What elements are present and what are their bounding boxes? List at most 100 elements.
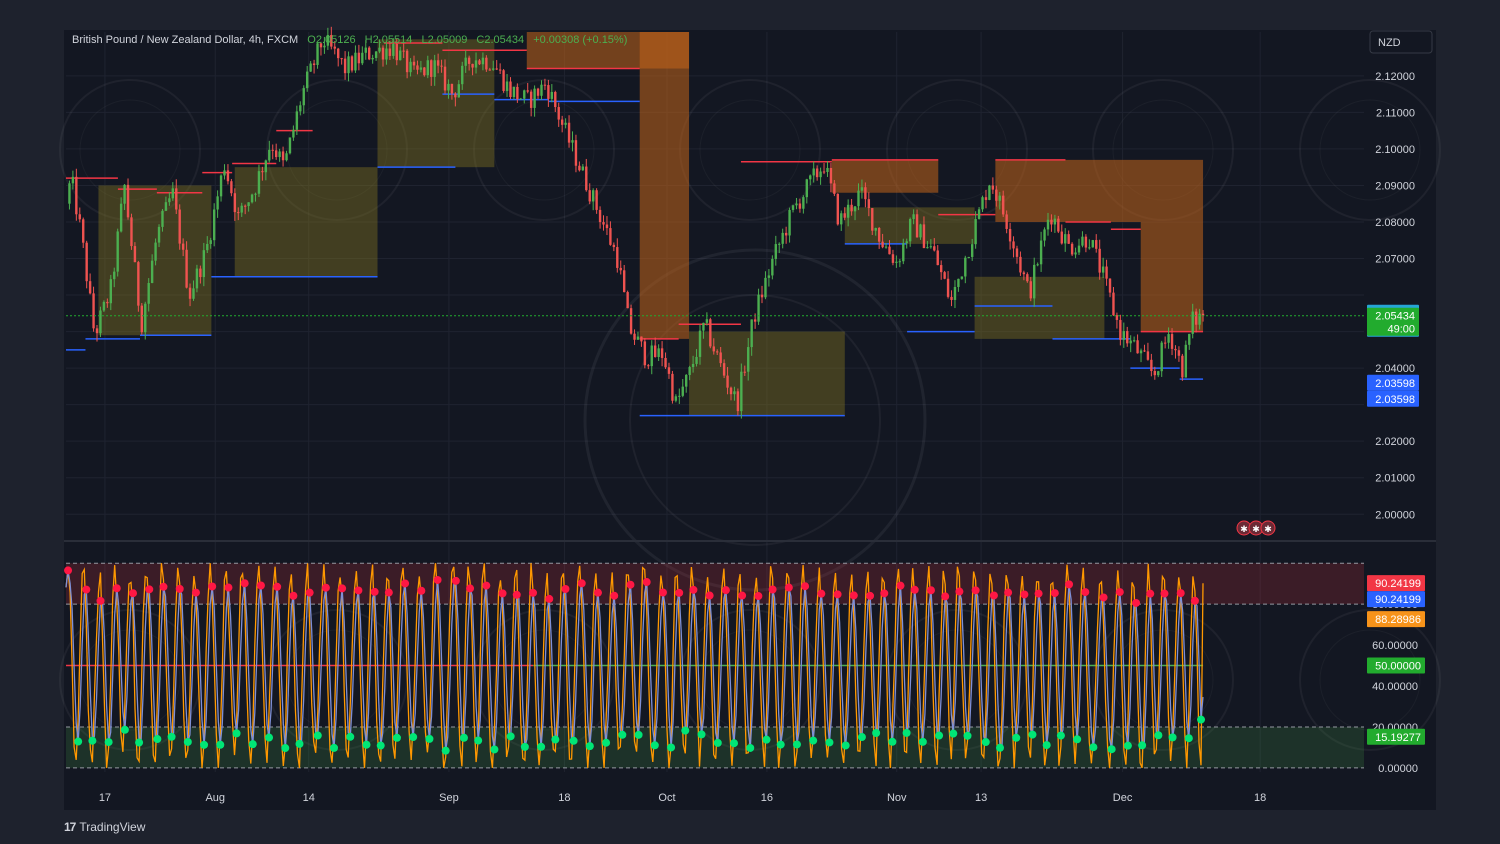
candle-bull	[164, 202, 168, 211]
osc-trough-dot	[248, 740, 257, 749]
candle-bear	[1019, 256, 1022, 273]
candle-bear	[188, 287, 192, 299]
price-tick-label: 2.09000	[1375, 180, 1415, 192]
osc-peak-dot	[721, 586, 730, 595]
candle-bear	[567, 122, 571, 143]
candle-bull	[970, 244, 974, 257]
candle-bull	[795, 203, 798, 206]
osc-trough-dot	[1073, 735, 1082, 744]
candle-bear	[574, 140, 578, 166]
candle-bear	[233, 193, 237, 213]
candle-bear	[343, 58, 347, 74]
candle-bull	[905, 241, 908, 244]
candle-bear	[612, 244, 616, 248]
candle-bull	[71, 176, 75, 184]
candle-bull	[540, 84, 543, 96]
candle-bear	[357, 52, 361, 64]
footer-brand[interactable]: 17 TradingView	[64, 820, 145, 834]
osc-trough-dot	[313, 731, 322, 740]
candle-bear	[595, 190, 598, 210]
osc-trough-dot	[618, 730, 627, 739]
supply-zone	[831, 159, 939, 193]
osc-trough-dot	[888, 737, 897, 746]
candle-bear	[92, 293, 95, 329]
candle-bull	[960, 276, 964, 279]
price-tag-label: 2.05434	[1375, 311, 1415, 323]
candle-bear	[1005, 214, 1008, 229]
candle-bull	[819, 171, 822, 178]
candle-bull	[240, 205, 243, 213]
candle-bear	[815, 168, 819, 178]
candle-bear	[75, 176, 78, 215]
candle-bull	[268, 149, 271, 161]
candle-bull	[678, 395, 681, 397]
candle-bull	[1053, 218, 1057, 225]
candle-bull	[964, 257, 967, 277]
osc-trough-dot	[346, 732, 355, 741]
candle-bull	[1160, 342, 1163, 372]
candle-bull	[788, 209, 791, 236]
candle-bear	[175, 188, 178, 210]
candle-bear	[416, 65, 419, 70]
candle-bear	[640, 336, 643, 342]
osc-trough-dot	[918, 737, 927, 746]
osc-peak-dot	[112, 584, 121, 593]
candle-bull	[461, 65, 464, 85]
osc-peak-dot	[305, 588, 314, 597]
candle-bull	[116, 231, 119, 272]
osc-peak-dot	[1065, 580, 1074, 589]
candle-bear	[722, 363, 726, 376]
candle-bull	[150, 260, 154, 284]
candle-bull	[998, 195, 1001, 201]
osc-trough-dot	[872, 729, 881, 738]
candle-bull	[846, 204, 850, 218]
candle-bull	[154, 242, 157, 261]
candle-bull	[926, 247, 929, 249]
osc-trough-dot	[153, 735, 162, 744]
osc-trough-dot	[667, 743, 676, 752]
candle-bull	[702, 322, 705, 331]
candle-bull	[264, 160, 268, 173]
osc-trough-dot	[135, 738, 144, 747]
candle-bull	[523, 90, 526, 99]
candle-bull	[113, 271, 116, 280]
candle-bull	[650, 345, 653, 367]
candle-bear	[1170, 334, 1174, 349]
osc-trough-dot	[634, 730, 643, 739]
candle-bull	[347, 56, 350, 74]
candle-bear	[622, 270, 626, 293]
osc-peak-dot	[145, 585, 154, 594]
supply-zone	[995, 159, 1204, 222]
candle-bear	[991, 185, 995, 190]
candle-bull	[767, 275, 771, 278]
candle-bear	[271, 149, 274, 151]
supply-zone	[639, 32, 690, 339]
currency-badge[interactable]: NZD	[1369, 30, 1433, 54]
candle-bear	[557, 107, 560, 120]
candle-bear	[1143, 350, 1146, 352]
candle-bull	[195, 268, 199, 289]
candle-bear	[891, 254, 895, 263]
candle-bear	[1163, 342, 1167, 344]
osc-tag-label: 50.00000	[1375, 661, 1421, 673]
chart-canvas[interactable]: 2.12000 2.11000 2.10000 2.09000 2.08000 2.070…	[0, 0, 1500, 844]
candle-bull	[168, 198, 171, 203]
event-flags[interactable]: ✱ ✱ ✱	[1236, 520, 1276, 536]
candle-bull	[171, 188, 175, 199]
candle-bull	[519, 98, 523, 100]
candle-bull	[571, 140, 574, 143]
chart-frame: 2.12000 2.11000 2.10000 2.09000 2.08000 2.070…	[0, 0, 1500, 844]
candle-bull	[908, 219, 912, 242]
candle-bull	[853, 206, 857, 212]
candle-bear	[633, 333, 636, 340]
osc-trough-dot	[697, 730, 706, 739]
candle-bear	[1012, 241, 1015, 249]
candle-bear	[454, 93, 457, 98]
osc-trough-dot	[841, 741, 850, 750]
osc-peak-dot	[338, 584, 347, 593]
osc-trough-dot	[996, 743, 1005, 752]
osc-trough-dot	[809, 736, 818, 745]
osc-peak-dot	[593, 588, 602, 597]
candle-bear	[760, 294, 764, 298]
osc-trough-dot	[857, 733, 866, 742]
